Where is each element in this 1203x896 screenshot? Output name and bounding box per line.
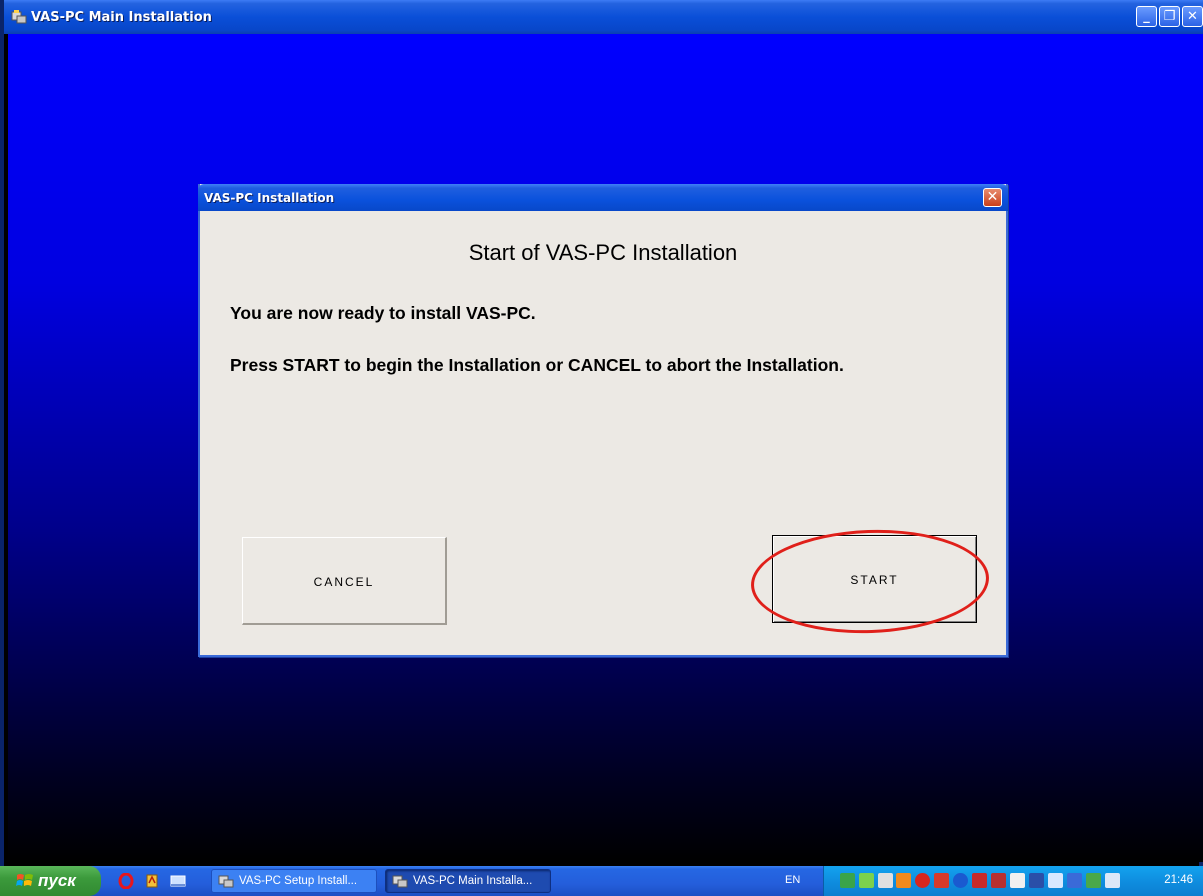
show-desktop-icon[interactable] [170, 873, 186, 889]
signal-icon[interactable] [878, 873, 893, 888]
dialog-heading: Start of VAS-PC Installation [468, 240, 738, 265]
main-window-title: VAS-PC Main Installation [31, 9, 212, 25]
tray-app-icon[interactable] [1086, 873, 1101, 888]
start-button[interactable]: START [772, 535, 977, 623]
window-controls: _ ❐ ✕ [1136, 6, 1203, 27]
network-icon[interactable] [840, 873, 855, 888]
tray-app-icon[interactable] [1067, 873, 1082, 888]
close-icon: ✕ [1187, 9, 1198, 24]
tray-app-icon[interactable] [991, 873, 1006, 888]
taskbar-item-label: VAS-PC Main Installa... [413, 875, 533, 887]
acrobat-icon[interactable] [144, 873, 160, 889]
start-menu-button[interactable]: пуск [0, 866, 101, 896]
close-icon: ✕ [986, 189, 999, 205]
main-titlebar[interactable]: VAS-PC Main Installation _ ❐ ✕ [4, 0, 1203, 34]
dialog-titlebar[interactable]: VAS-PC Installation ✕ [198, 184, 1008, 211]
monitor-icon[interactable] [1029, 873, 1044, 888]
windows-flag-icon [16, 872, 34, 890]
app-icon [11, 9, 27, 25]
ready-message: You are now ready to install VAS-PC. [230, 303, 536, 323]
tray-app-icon[interactable] [859, 873, 874, 888]
mail-icon[interactable] [1105, 873, 1120, 888]
taskbar-item-setup[interactable]: VAS-PC Setup Install... [211, 869, 377, 893]
minimize-button[interactable]: _ [1136, 6, 1157, 27]
dialog-title: VAS-PC Installation [204, 190, 335, 205]
restore-icon: ❐ [1163, 9, 1176, 24]
minimize-icon: _ [1143, 9, 1150, 24]
volume-icon[interactable] [1048, 873, 1063, 888]
instruction-message: Press START to begin the Installation or… [230, 355, 844, 375]
close-window-button[interactable]: ✕ [1182, 6, 1203, 27]
clock[interactable]: 21:46 [1164, 874, 1193, 886]
language-indicator[interactable]: EN [785, 874, 800, 886]
tray-app-icon[interactable] [934, 873, 949, 888]
start-label: пуск [38, 871, 76, 890]
installation-dialog: VAS-PC Installation ✕ Start of VAS-PC In… [198, 184, 1008, 657]
antivirus-icon[interactable] [915, 873, 930, 888]
taskbar-item-main[interactable]: VAS-PC Main Installa... [385, 869, 551, 893]
tray-app-icon[interactable] [972, 873, 987, 888]
app-icon [218, 873, 234, 889]
opera-icon[interactable] [118, 872, 134, 890]
taskbar: пуск VAS-PC Setup Install... VAS-PC Main… [0, 866, 1203, 896]
dialog-close-button[interactable]: ✕ [983, 188, 1002, 207]
tray-app-icon[interactable] [1010, 873, 1025, 888]
bluetooth-icon[interactable] [953, 873, 968, 888]
tray-app-icon[interactable] [896, 873, 911, 888]
restore-button[interactable]: ❐ [1159, 6, 1180, 27]
app-icon [392, 873, 408, 889]
system-tray: 21:46 [823, 866, 1203, 896]
taskbar-item-label: VAS-PC Setup Install... [239, 875, 358, 887]
cancel-button[interactable]: CANCEL [242, 537, 447, 625]
